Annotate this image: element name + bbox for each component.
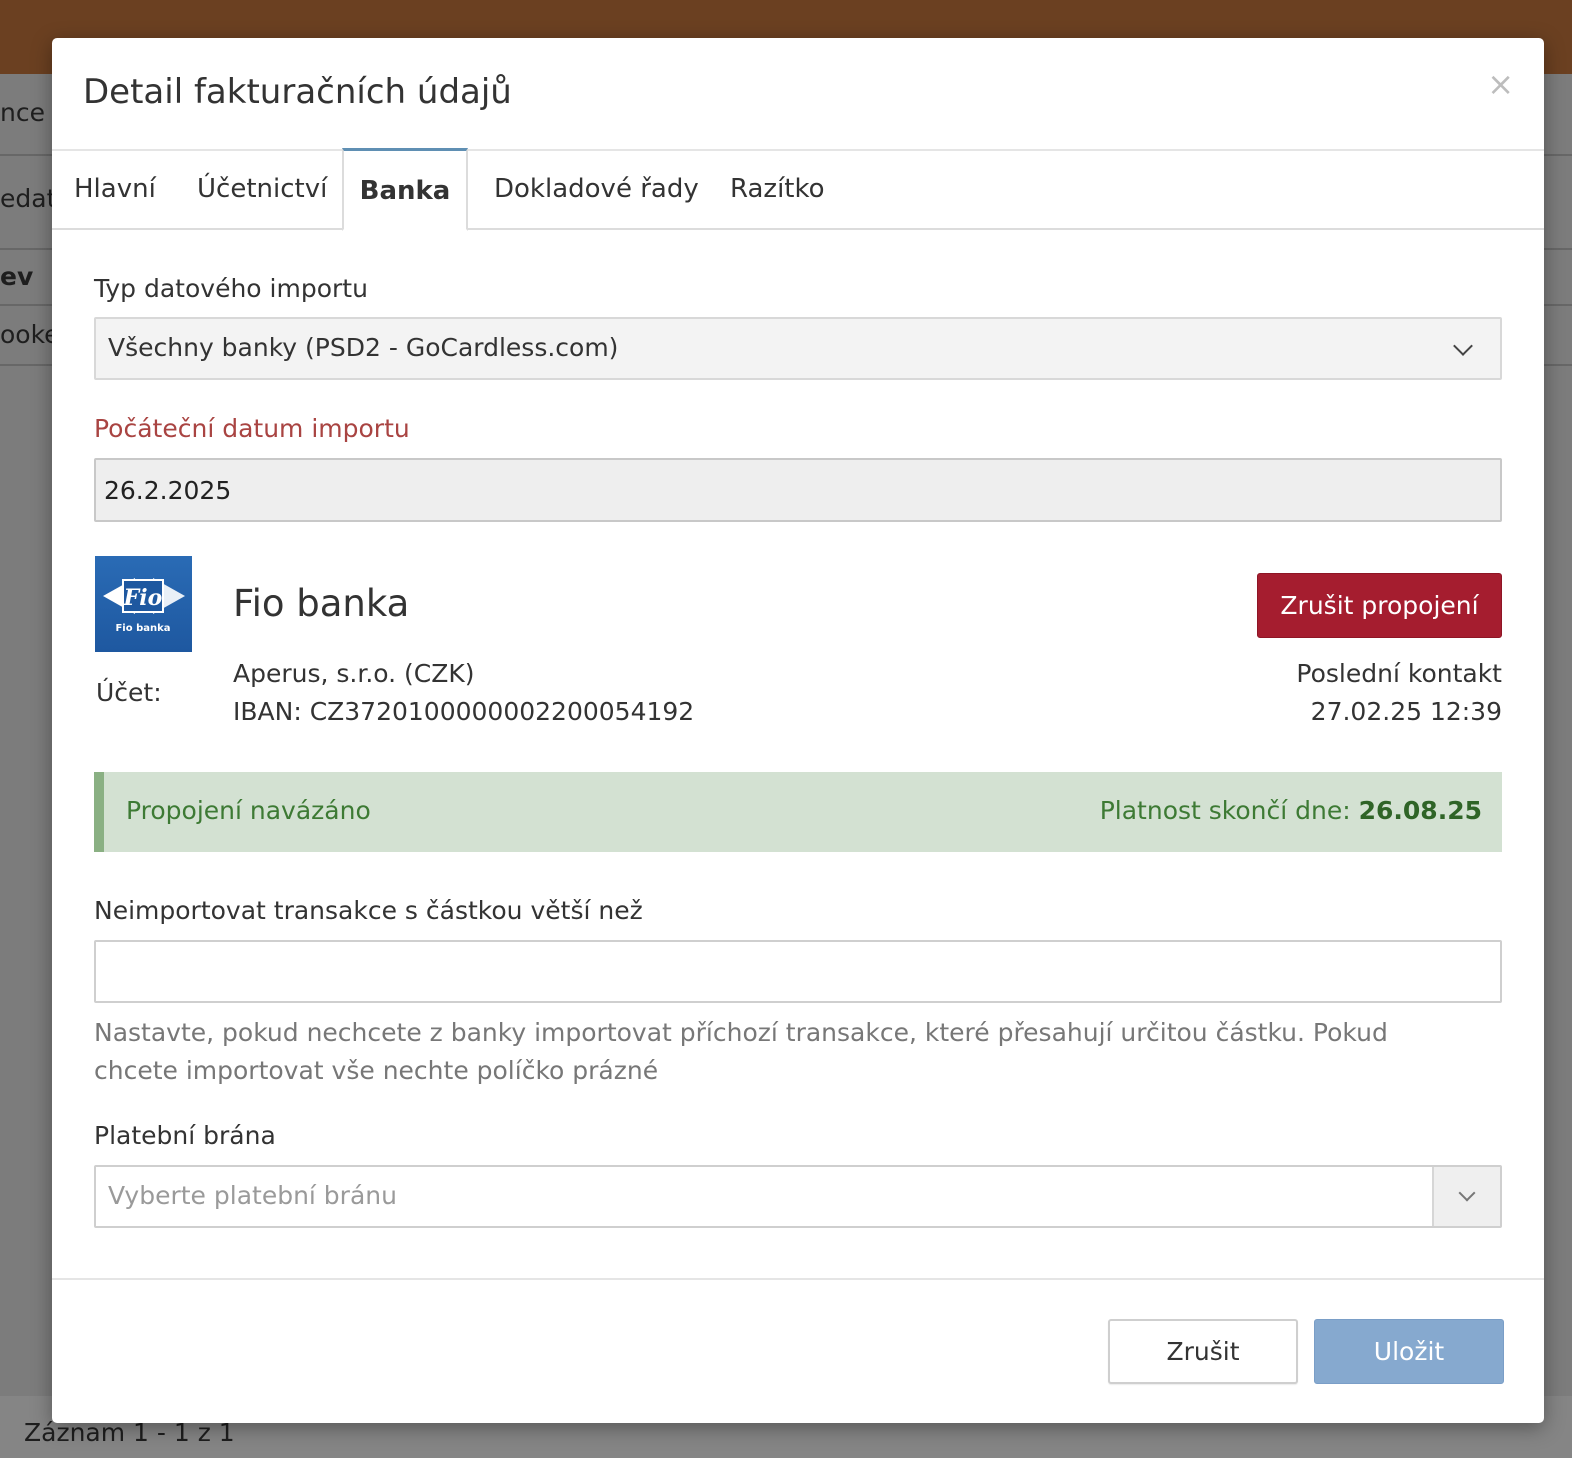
gateway-label: Platební brána	[94, 1121, 276, 1150]
validity-label: Platnost skončí dne:	[1099, 796, 1351, 825]
tab-hlavni[interactable]: Hlavní	[74, 150, 156, 230]
cancel-button[interactable]: Zrušit	[1108, 1319, 1298, 1384]
unlink-bank-button[interactable]: Zrušit propojení	[1257, 573, 1502, 638]
logo-subtext: Fio banka	[115, 623, 170, 634]
chevron-down-icon	[1458, 1184, 1476, 1202]
footer-divider	[52, 1278, 1544, 1280]
tab-ucetnictvi[interactable]: Účetnictví	[197, 150, 327, 230]
validity-date: 26.08.25	[1358, 796, 1482, 825]
tab-dokladove-rady[interactable]: Dokladové řady	[494, 150, 699, 230]
fio-bank-logo: Fio Fio banka	[95, 556, 192, 652]
tab-razitko[interactable]: Razítko	[730, 150, 825, 230]
connection-status-message: Propojení navázáno	[126, 796, 371, 825]
close-icon[interactable]: ×	[1487, 68, 1514, 100]
start-date-input[interactable]: 26.2.2025	[94, 458, 1502, 522]
validity-info: Platnost skončí dne: 26.08.25	[1100, 796, 1482, 825]
tab-bar: Hlavní Účetnictví Banka Dokladové řady R…	[52, 148, 1544, 231]
last-contact-value: 27.02.25 12:39	[1310, 697, 1502, 726]
billing-detail-modal: Detail fakturačních údajů × Hlavní Účetn…	[52, 38, 1544, 1423]
import-type-select[interactable]: Všechny banky (PSD2 - GoCardless.com)	[94, 317, 1502, 380]
bg-text-fragment: ooke	[0, 320, 60, 349]
gateway-dropdown-toggle[interactable]	[1432, 1167, 1500, 1226]
modal-header: Detail fakturačních údajů ×	[52, 38, 1544, 150]
gateway-select[interactable]: Vyberte platební bránu	[94, 1165, 1502, 1228]
max-amount-help: Nastavte, pokud nechcete z banky importo…	[94, 1018, 1388, 1085]
modal-title: Detail fakturačních údajů	[83, 72, 512, 112]
bg-text-fragment: edat	[0, 184, 57, 213]
bg-text-fragment: ev	[0, 262, 34, 291]
bank-name: Fio banka	[233, 582, 410, 625]
start-date-value: 26.2.2025	[104, 476, 232, 505]
bg-text-fragment: nce	[0, 98, 45, 127]
max-amount-input[interactable]	[94, 940, 1502, 1003]
account-name: Aperus, s.r.o. (CZK)	[233, 659, 475, 688]
account-label: Účet:	[96, 678, 162, 707]
chevron-down-icon	[1453, 336, 1473, 356]
fio-logo-graphic: Fio Fio banka	[103, 578, 185, 634]
last-contact-label: Poslední kontakt	[1296, 659, 1502, 688]
account-iban: IBAN: CZ3720100000002200054192	[233, 697, 695, 726]
import-type-label: Typ datového importu	[94, 274, 368, 303]
tab-banka[interactable]: Banka	[342, 148, 468, 231]
start-date-label: Počáteční datum importu	[94, 414, 410, 443]
connection-status-alert: Propojení navázáno Platnost skončí dne: …	[94, 772, 1502, 852]
save-button[interactable]: Uložit	[1314, 1319, 1504, 1384]
import-type-value: Všechny banky (PSD2 - GoCardless.com)	[108, 333, 619, 362]
logo-text: Fio	[123, 585, 163, 611]
gateway-placeholder: Vyberte platební bránu	[108, 1181, 397, 1210]
max-amount-label: Neimportovat transakce s částkou větší n…	[94, 896, 643, 925]
